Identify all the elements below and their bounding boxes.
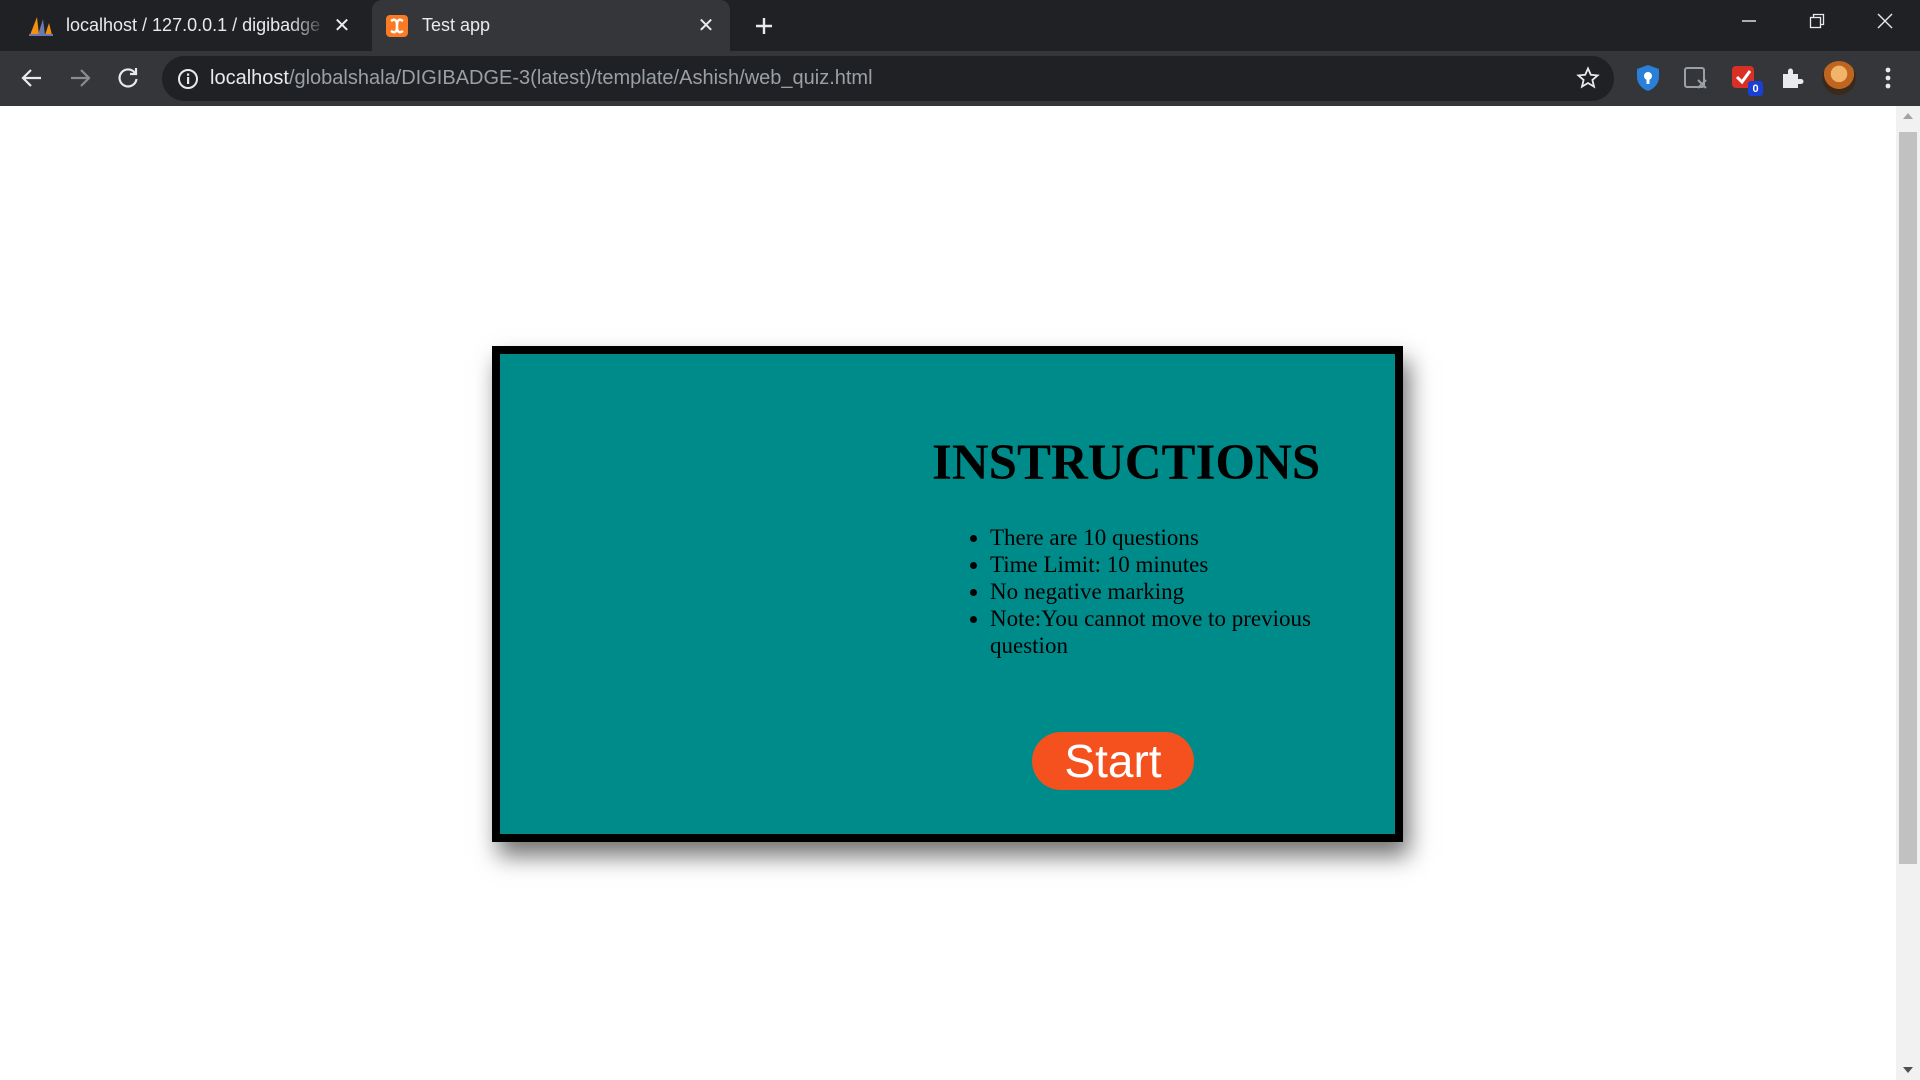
profile-avatar[interactable] xyxy=(1822,61,1856,95)
forward-icon[interactable] xyxy=(62,60,98,96)
close-tab-icon[interactable]: ✕ xyxy=(328,12,356,40)
tab-test-app[interactable]: Test app ✕ xyxy=(372,0,730,51)
scroll-down-arrow-icon[interactable] xyxy=(1896,1060,1920,1080)
tab-title: Test app xyxy=(422,15,491,35)
scroll-up-arrow-icon[interactable] xyxy=(1896,106,1920,126)
info-icon[interactable] xyxy=(176,67,200,91)
address-bar[interactable]: localhost/globalshala/DIGIBADGE-3(latest… xyxy=(162,56,1614,101)
browser-tab-strip: localhost / 127.0.0.1 / digibadge ✕ Test… xyxy=(0,0,1920,51)
extension-badge: 0 xyxy=(1748,81,1763,96)
instruction-item: Time Limit: 10 minutes xyxy=(990,551,1370,578)
shield-extension-icon[interactable] xyxy=(1632,62,1664,94)
red-extension-icon[interactable]: 0 xyxy=(1728,62,1763,96)
page-viewport: INSTRUCTIONS There are 10 questions Time… xyxy=(0,106,1896,1080)
minimize-window-icon[interactable] xyxy=(1716,0,1782,42)
tab-title: localhost / 127.0.0.1 / digibadge xyxy=(66,15,321,35)
tab-phpmyadmin[interactable]: localhost / 127.0.0.1 / digibadge ✕ xyxy=(16,0,366,51)
new-tab-plus-icon[interactable] xyxy=(748,10,780,42)
close-tab-icon[interactable]: ✕ xyxy=(692,12,720,40)
menu-kebab-icon[interactable] xyxy=(1872,62,1904,94)
url-host: localhost xyxy=(210,67,289,89)
instruction-item: No negative marking xyxy=(990,578,1370,605)
back-icon[interactable] xyxy=(14,60,50,96)
bookmark-star-icon[interactable] xyxy=(1574,64,1602,92)
instructions-card: INSTRUCTIONS There are 10 questions Time… xyxy=(492,346,1403,842)
disabled-extension-icon[interactable] xyxy=(1680,62,1712,94)
reload-icon[interactable] xyxy=(110,60,146,96)
vertical-scrollbar[interactable] xyxy=(1896,106,1920,1080)
phpmyadmin-sail-icon xyxy=(28,13,54,39)
puzzle-icon[interactable] xyxy=(1776,62,1808,94)
instruction-item: Note:You cannot move to previous questio… xyxy=(990,605,1370,659)
browser-toolbar: localhost/globalshala/DIGIBADGE-3(latest… xyxy=(0,51,1920,106)
instruction-item: There are 10 questions xyxy=(990,524,1370,551)
instructions-list: There are 10 questions Time Limit: 10 mi… xyxy=(990,524,1370,659)
close-window-icon[interactable] xyxy=(1852,0,1918,42)
restore-window-icon[interactable] xyxy=(1784,0,1850,42)
url-text: localhost/globalshala/DIGIBADGE-3(latest… xyxy=(210,67,873,90)
xampp-icon xyxy=(384,13,410,39)
scrollbar-thumb[interactable] xyxy=(1899,132,1917,864)
start-button[interactable]: Start xyxy=(1032,732,1194,790)
url-path: /globalshala/DIGIBADGE-3(latest)/templat… xyxy=(288,67,873,89)
instructions-title: INSTRUCTIONS xyxy=(932,435,1321,491)
